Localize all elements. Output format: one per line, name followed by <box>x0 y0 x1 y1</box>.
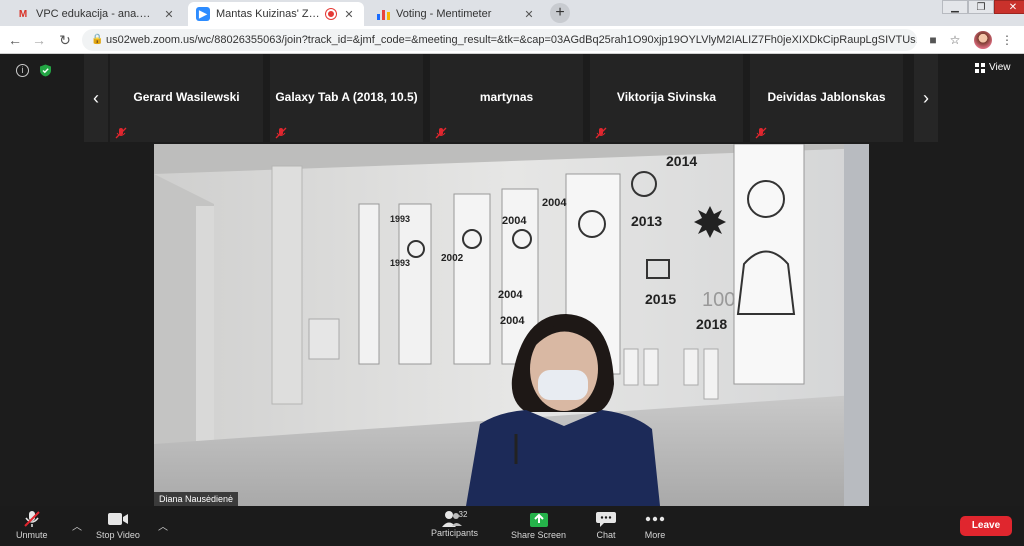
participants-count: 32 <box>458 510 468 519</box>
recording-icon <box>326 9 336 19</box>
mentimeter-icon <box>376 7 390 21</box>
reload-icon[interactable]: ↻ <box>56 31 74 49</box>
strip-next-arrow-icon[interactable]: › <box>914 54 938 142</box>
grid-icon <box>975 62 985 73</box>
new-tab-button[interactable]: + <box>550 3 570 23</box>
forward-arrow-icon[interactable]: → <box>30 31 48 49</box>
muted-mic-icon <box>435 127 447 139</box>
wall-year-label: 2013 <box>631 213 662 229</box>
share-screen-button[interactable]: Share Screen <box>511 510 566 540</box>
zoom-meeting-area: i View ‹ Gerard Wasilewski Galaxy Tab A … <box>0 54 1024 546</box>
active-speaker-video[interactable]: 2014 2004 2004 1993 2002 2013 2004 2004 … <box>154 144 869 506</box>
participant-tile[interactable]: Deividas Jablonskas <box>750 54 903 142</box>
zoom-icon: ▶ <box>196 7 210 21</box>
window-controls: ▁ ❐ ✕ <box>942 0 1024 14</box>
lock-icon: 🔒 <box>91 34 104 45</box>
participant-strip: ‹ Gerard Wasilewski Galaxy Tab A (2018, … <box>84 54 938 142</box>
window-close-icon[interactable]: ✕ <box>994 0 1024 14</box>
chat-bubble-icon <box>596 512 616 527</box>
browser-tab-gmail[interactable]: M VPC edukacija - ana.nester@gma ✕ <box>8 2 184 26</box>
wall-year-label: 2014 <box>666 153 697 169</box>
browser-tab-bar: M VPC edukacija - ana.nester@gma ✕ ▶ Man… <box>0 0 1024 26</box>
wall-year-label: 1993 <box>390 214 410 224</box>
muted-mic-icon <box>115 127 127 139</box>
encryption-shield-icon[interactable] <box>39 64 52 77</box>
minimize-icon[interactable]: ▁ <box>942 0 968 14</box>
more-dots-icon <box>645 516 665 522</box>
wall-year-label: 100 <box>702 289 735 311</box>
wall-year-label: 2002 <box>441 253 464 264</box>
participant-tile[interactable]: martynas <box>430 54 583 142</box>
browser-toolbar: ← → ↻ 🔒 us02web.zoom.us/wc/88026355063/j… <box>0 26 1024 54</box>
muted-microphone-icon <box>24 511 40 527</box>
camera-icon[interactable]: ■ <box>924 31 942 49</box>
audio-options-chevron-icon[interactable]: ︿ <box>72 518 82 533</box>
close-icon[interactable]: ✕ <box>342 8 356 21</box>
unmute-button[interactable]: Unmute <box>16 510 48 540</box>
video-options-chevron-icon[interactable]: ︿ <box>158 518 168 533</box>
muted-mic-icon <box>595 127 607 139</box>
meeting-controls: Unmute ︿ Stop Video ︿ 32 Participants Sh… <box>0 506 1024 546</box>
wall-year-label: 2004 <box>500 315 525 327</box>
muted-mic-icon <box>275 127 287 139</box>
close-icon[interactable]: ✕ <box>162 8 176 21</box>
wall-year-label: 1993 <box>390 258 410 268</box>
share-screen-icon <box>529 513 548 527</box>
menu-dots-icon[interactable]: ⋮ <box>998 31 1016 49</box>
participant-tile[interactable]: Galaxy Tab A (2018, 10.5) <box>270 54 423 142</box>
wall-year-label: 2004 <box>542 197 567 209</box>
video-camera-icon <box>107 513 128 525</box>
wall-year-label: 2004 <box>502 215 527 227</box>
close-icon[interactable]: ✕ <box>522 8 536 21</box>
wall-year-label: 2018 <box>696 316 727 332</box>
more-button[interactable]: More <box>644 510 666 540</box>
address-bar[interactable]: 🔒 us02web.zoom.us/wc/88026355063/join?tr… <box>82 29 917 51</box>
meeting-status-icons: i <box>16 64 52 77</box>
browser-tab-zoom[interactable]: ▶ Mantas Kuizinas' Zoom Meeti ✕ <box>188 2 364 26</box>
info-icon[interactable]: i <box>16 64 29 77</box>
muted-mic-icon <box>755 127 767 139</box>
back-arrow-icon[interactable]: ← <box>6 31 24 49</box>
bookmark-star-icon[interactable]: ☆ <box>946 31 964 49</box>
wall-year-label: 2004 <box>498 289 523 301</box>
wall-year-label: 2015 <box>645 291 676 307</box>
chat-button[interactable]: Chat <box>595 510 617 540</box>
url-text: us02web.zoom.us/wc/88026355063/join?trac… <box>106 34 917 46</box>
participants-button[interactable]: 32 Participants <box>431 510 478 538</box>
speaker-name-label: Diana Nausėdienė <box>154 492 239 506</box>
stop-video-button[interactable]: Stop Video <box>96 510 140 540</box>
view-button[interactable]: View <box>975 62 1011 73</box>
restore-icon[interactable]: ❐ <box>968 0 994 14</box>
browser-tab-mentimeter[interactable]: Voting - Mentimeter ✕ <box>368 2 544 26</box>
leave-meeting-button[interactable]: Leave <box>960 516 1012 536</box>
gmail-icon: M <box>18 8 28 20</box>
profile-avatar[interactable] <box>974 31 992 49</box>
participant-tile[interactable]: Gerard Wasilewski <box>110 54 263 142</box>
video-frame: 2014 2004 2004 1993 2002 2013 2004 2004 … <box>154 144 869 506</box>
strip-prev-arrow-icon[interactable]: ‹ <box>84 54 108 142</box>
participant-tile[interactable]: Viktorija Sivinska <box>590 54 743 142</box>
